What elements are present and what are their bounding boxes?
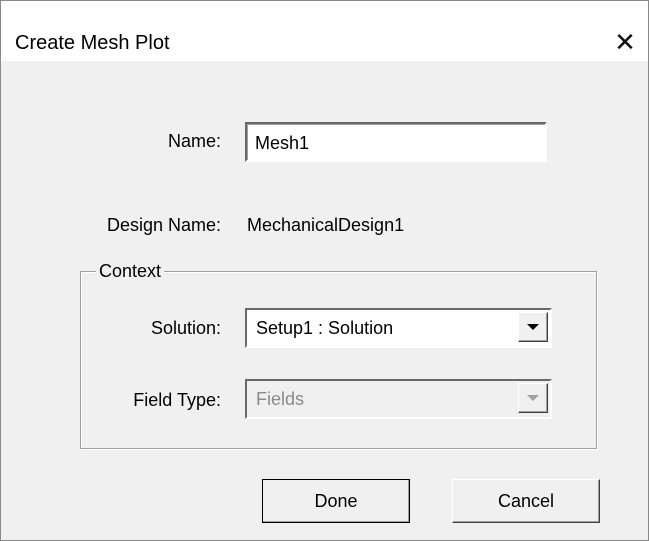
solution-label: Solution: (150, 318, 221, 338)
create-mesh-plot-dialog: Create Mesh Plot ✕ Name: Mesh1 Design Na… (0, 0, 649, 541)
close-icon[interactable]: ✕ (608, 27, 642, 57)
solution-dropdown-button[interactable] (518, 312, 548, 342)
title-bar: Create Mesh Plot ✕ (1, 1, 648, 61)
chevron-down-icon (527, 395, 539, 401)
name-input[interactable]: Mesh1 (245, 122, 547, 162)
field-type-dropdown-button (518, 383, 548, 413)
solution-selected-value: Setup1 : Solution (256, 318, 394, 338)
design-name-label: Design Name: (106, 215, 221, 235)
field-type-label: Field Type: (133, 390, 221, 410)
name-label: Name: (167, 131, 221, 151)
field-type-dropdown: Fields (245, 379, 552, 419)
field-type-selected-value: Fields (256, 389, 305, 409)
chevron-down-icon (527, 324, 539, 330)
dialog-title: Create Mesh Plot (15, 32, 170, 54)
cancel-button[interactable]: Cancel (452, 479, 600, 523)
context-groupbox (80, 271, 597, 449)
context-legend: Context (96, 260, 165, 282)
design-name-value: MechanicalDesign1 (247, 215, 405, 235)
solution-dropdown[interactable]: Setup1 : Solution (245, 308, 552, 348)
done-button[interactable]: Done (262, 479, 410, 523)
